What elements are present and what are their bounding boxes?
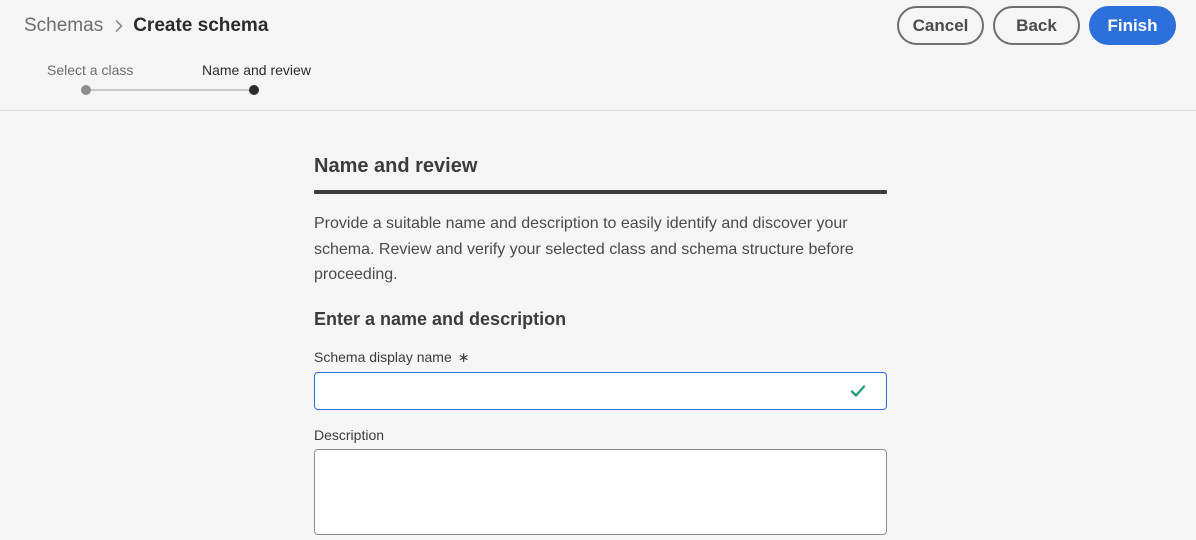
description-label: Description [314, 426, 385, 443]
step-select-class-dot[interactable] [81, 85, 91, 95]
chevron-right-icon [115, 20, 123, 32]
page-header: Schemas Create schema Cancel Back Finish… [0, 0, 1196, 111]
breadcrumb: Schemas Create schema [24, 14, 268, 38]
cancel-button[interactable]: Cancel [897, 6, 984, 45]
finish-button[interactable]: Finish [1089, 6, 1176, 45]
step-select-class-label[interactable]: Select a class [47, 62, 133, 78]
step-name-and-review-dot [249, 85, 259, 95]
description-textarea[interactable] [314, 448, 887, 535]
intro-text: Provide a suitable name and description … [314, 215, 854, 283]
checkmark-icon [850, 384, 866, 397]
section-title-underline [314, 190, 887, 194]
step-name-and-review-label: Name and review [202, 62, 311, 78]
schema-display-name-label: Schema display name ∗ [314, 349, 887, 366]
name-description-heading: Enter a name and description [314, 308, 567, 329]
step-indicator: Select a class Name and review [0, 55, 400, 100]
schema-display-name-field [314, 371, 887, 410]
schema-display-name-label-text: Schema display name [314, 349, 452, 365]
back-button[interactable]: Back [993, 6, 1080, 45]
breadcrumb-schemas-link[interactable]: Schemas [24, 15, 103, 37]
page-title: Create schema [133, 15, 269, 36]
schema-display-name-input[interactable] [315, 372, 886, 409]
name-and-review-panel: Name and review Provide a suitable name … [314, 150, 887, 540]
section-title: Name and review [314, 155, 478, 177]
step-track [86, 89, 254, 91]
required-asterisk-icon: ∗ [457, 348, 470, 365]
